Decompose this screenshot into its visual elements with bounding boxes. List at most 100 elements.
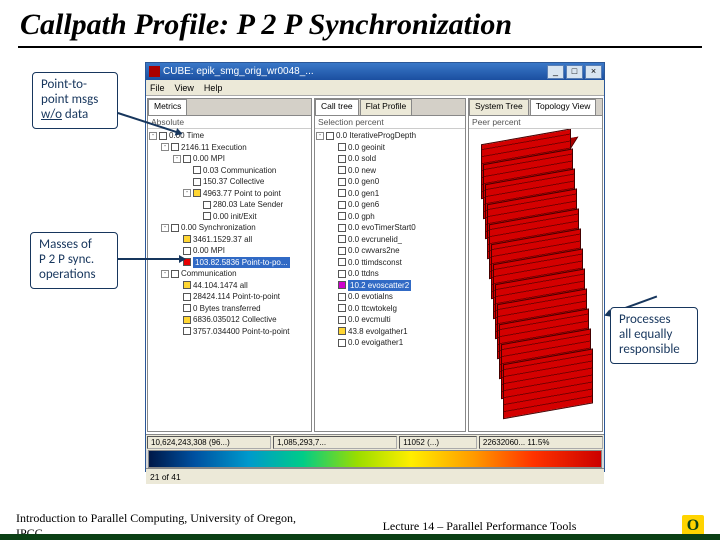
tree-node[interactable]: 0.0 evotialns	[316, 291, 464, 303]
tree-node[interactable]: 0.0 cwvars2ne	[316, 245, 464, 257]
tree-node[interactable]: 0.0 gph	[316, 211, 464, 223]
tree-label: 0.0 IterativeProgDepth	[336, 130, 416, 142]
tree-label: 44.104.1474 all	[193, 280, 248, 292]
metric-color-icon	[338, 293, 346, 301]
tree-label: 3757.034400 Point-to-point	[193, 326, 290, 338]
tree-label: 0.0 ttcwtokelg	[348, 303, 397, 315]
tree-node[interactable]: 0.0 sold	[316, 153, 464, 165]
tree-label: 0.0 geoinit	[348, 142, 385, 154]
tree-toggle-icon[interactable]: -	[161, 143, 169, 151]
tree-node[interactable]: 0.0 ttcwtokelg	[316, 303, 464, 315]
tree-node[interactable]: 0.0 ttdns	[316, 268, 464, 280]
tree-toggle-icon[interactable]: -	[161, 224, 169, 232]
tree-node[interactable]: 0 Bytes transferred	[149, 303, 310, 315]
metric-color-icon	[338, 281, 346, 289]
tree-node[interactable]: - 4963.77 Point to point	[149, 188, 310, 200]
tab-calltree[interactable]: Call tree	[315, 99, 359, 115]
system-mode[interactable]: Peer percent	[469, 116, 602, 129]
tree-label: 0.0 cwvars2ne	[348, 245, 400, 257]
tree-node[interactable]: 0.0 gen6	[316, 199, 464, 211]
tree-node[interactable]: -Communication	[149, 268, 310, 280]
metric-color-icon	[338, 143, 346, 151]
cube-window: CUBE: epik_smg_orig_wr0048_... _ □ × Fil…	[145, 62, 605, 472]
tab-flatprofile[interactable]: Flat Profile	[360, 99, 413, 115]
tree-node[interactable]: - 0.00 MPI	[149, 153, 310, 165]
maximize-button[interactable]: □	[566, 65, 583, 79]
tree-node[interactable]: 3757.034400 Point-to-point	[149, 326, 310, 338]
tree-node[interactable]: 280.03 Late Sender	[149, 199, 310, 211]
tree-toggle-icon[interactable]: -	[149, 132, 157, 140]
tree-label: 0 Bytes transferred	[193, 303, 261, 315]
page-number: 41	[663, 522, 674, 534]
status-row: 10,624,243,308 (96...) 1,085,293,7... 11…	[146, 434, 604, 450]
metrics-tree[interactable]: -0.00 Time-2146.11 Execution-0.00 MPI0.0…	[148, 129, 311, 431]
tree-toggle-icon[interactable]: -	[173, 155, 181, 163]
tree-node[interactable]: 0.0 evoigather1	[316, 337, 464, 349]
tree-label: 0.0 new	[348, 165, 376, 177]
call-tree[interactable]: - 0.0 IterativeProgDepth0.0 geoinit0.0 so…	[315, 129, 465, 431]
menu-view[interactable]: View	[175, 83, 194, 93]
metric-color-icon	[338, 155, 346, 163]
tree-label: 10.2 evoscatter2	[348, 280, 411, 292]
tree-node[interactable]: 150.37 Collective	[149, 176, 310, 188]
tree-label: 0.00 MPI	[193, 245, 225, 257]
tab-systemtree[interactable]: System Tree	[469, 99, 529, 115]
tree-node[interactable]: 0.0 geoinit	[316, 142, 464, 154]
tree-node[interactable]: 0.0 new	[316, 165, 464, 177]
calltree-mode[interactable]: Selection percent	[315, 116, 465, 129]
status-3: 11052 (...)	[399, 436, 477, 449]
tab-topology[interactable]: Topology View	[530, 99, 597, 115]
tree-label: 0.0 evcrunelid_	[348, 234, 402, 246]
tree-node[interactable]: 0.0 evcrunelid_	[316, 234, 464, 246]
tree-node[interactable]: 0.0 ttimdsconst	[316, 257, 464, 269]
metric-color-icon	[193, 166, 201, 174]
tree-label: 0.0 gph	[348, 211, 375, 223]
tree-node[interactable]: 0.0 evoTimerStart0	[316, 222, 464, 234]
minimize-button[interactable]: _	[547, 65, 564, 79]
metric-color-icon	[326, 132, 334, 140]
metric-color-icon	[193, 189, 201, 197]
menu-file[interactable]: File	[150, 83, 165, 93]
metrics-mode[interactable]: Absolute	[148, 116, 311, 129]
metric-color-icon	[183, 327, 191, 335]
topology-view[interactable]	[469, 129, 602, 431]
menu-help[interactable]: Help	[204, 83, 223, 93]
footer-center: Lecture 14 – Parallel Performance Tools	[325, 519, 634, 534]
tree-node[interactable]: 28424.114 Point-to-point	[149, 291, 310, 303]
tree-node[interactable]: 10.2 evoscatter2	[316, 280, 464, 292]
tree-node[interactable]: 0.0 gen1	[316, 188, 464, 200]
metric-color-icon	[171, 224, 179, 232]
tree-node[interactable]: 0.0 gen0	[316, 176, 464, 188]
tree-node[interactable]: -0.00 Synchronization	[149, 222, 310, 234]
tree-label: 4963.77 Point to point	[203, 188, 281, 200]
tree-label: 0.00 MPI	[193, 153, 225, 165]
pane-system: System Tree Topology View Peer percent	[468, 98, 603, 432]
metric-color-icon	[183, 281, 191, 289]
titlebar[interactable]: CUBE: epik_smg_orig_wr0048_... _ □ ×	[146, 63, 604, 80]
tree-toggle-icon[interactable]: -	[183, 189, 191, 197]
window-title: CUBE: epik_smg_orig_wr0048_...	[163, 66, 544, 77]
tree-node[interactable]: -2146.11 Execution	[149, 142, 310, 154]
tree-node[interactable]: 0.03 Communication	[149, 165, 310, 177]
tree-node[interactable]: - 0.0 IterativeProgDepth	[316, 130, 464, 142]
tree-node[interactable]: 3461.1529.37 all	[149, 234, 310, 246]
tree-label: 43.8 evolgather1	[348, 326, 408, 338]
close-button[interactable]: ×	[585, 65, 602, 79]
metric-color-icon	[338, 247, 346, 255]
tree-node[interactable]: 0.00 init/Exit	[149, 211, 310, 223]
tree-node[interactable]: 43.8 evolgather1	[316, 326, 464, 338]
metric-color-icon	[203, 212, 211, 220]
callout-masses: Masses of P 2 P sync. operations	[30, 232, 118, 289]
tree-toggle-icon[interactable]: -	[316, 132, 324, 140]
metric-color-icon	[171, 270, 179, 278]
metric-color-icon	[338, 270, 346, 278]
tree-label: 0.0 sold	[348, 153, 376, 165]
tree-toggle-icon[interactable]: -	[161, 270, 169, 278]
tab-metrics[interactable]: Metrics	[148, 99, 187, 115]
callout-p2p-msgs: Point-to- point msgs w/o data	[32, 72, 118, 129]
tree-node[interactable]: 6836.035012 Collective	[149, 314, 310, 326]
tree-node[interactable]: 0.00 MPI	[149, 245, 310, 257]
pane-metrics: Metrics Absolute -0.00 Time-2146.11 Exec…	[147, 98, 312, 432]
tree-node[interactable]: 44.104.1474 all	[149, 280, 310, 292]
tree-node[interactable]: 0.0 evcmulti	[316, 314, 464, 326]
